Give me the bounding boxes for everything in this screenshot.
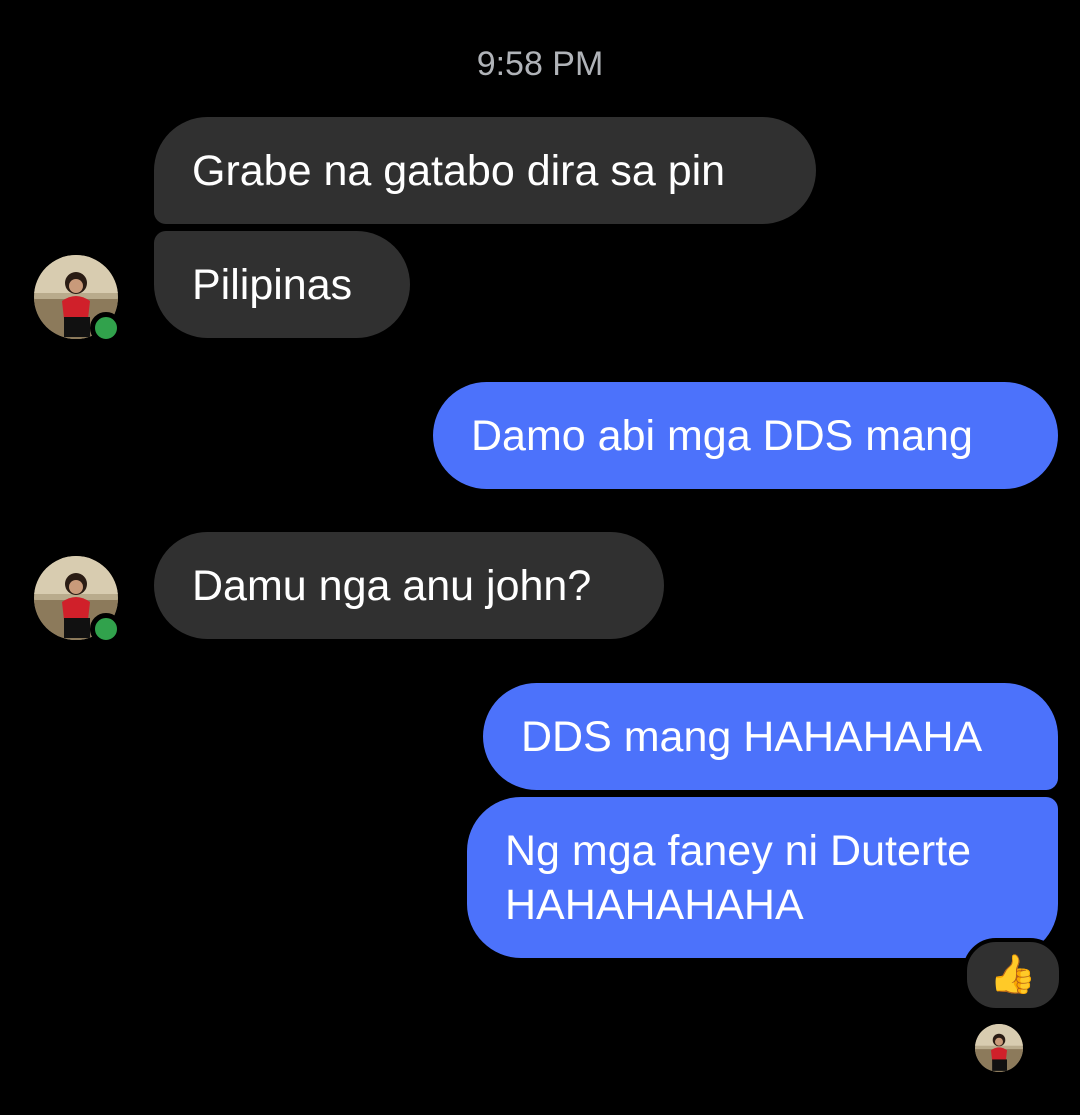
online-status-indicator bbox=[90, 613, 122, 645]
read-receipt-avatar bbox=[975, 1024, 1023, 1072]
message-text: Damu nga anu john? bbox=[192, 562, 592, 610]
message-bubble-incoming[interactable]: Grabe na gatabo dira sa pin bbox=[154, 117, 816, 224]
message-text-line: Ng mga faney ni Duterte bbox=[505, 827, 972, 875]
message-text: Grabe na gatabo dira sa pin bbox=[192, 147, 726, 195]
message-bubble-incoming[interactable]: Pilipinas bbox=[154, 231, 410, 338]
online-status-indicator bbox=[90, 312, 122, 344]
message-text: DDS mang HAHAHAHA bbox=[521, 713, 983, 761]
message-timestamp: 9:58 PM bbox=[476, 45, 604, 83]
message-reaction[interactable]: 👍 bbox=[963, 938, 1063, 1012]
message-text: Pilipinas bbox=[192, 261, 353, 309]
message-bubble-incoming[interactable]: Damu nga anu john? bbox=[154, 532, 664, 639]
message-text: Damo abi mga DDS mang bbox=[471, 412, 973, 460]
message-bubble-outgoing[interactable]: Damo abi mga DDS mang bbox=[433, 382, 1058, 489]
avatar-photo bbox=[975, 1024, 1023, 1072]
thumbs-up-icon: 👍 bbox=[989, 954, 1037, 996]
message-text-line: HAHAHAHAHA bbox=[505, 881, 804, 929]
message-bubble-outgoing[interactable]: DDS mang HAHAHAHA bbox=[483, 683, 1058, 790]
message-bubble-outgoing[interactable]: Ng mga faney ni Duterte HAHAHAHAHA bbox=[467, 797, 1058, 958]
